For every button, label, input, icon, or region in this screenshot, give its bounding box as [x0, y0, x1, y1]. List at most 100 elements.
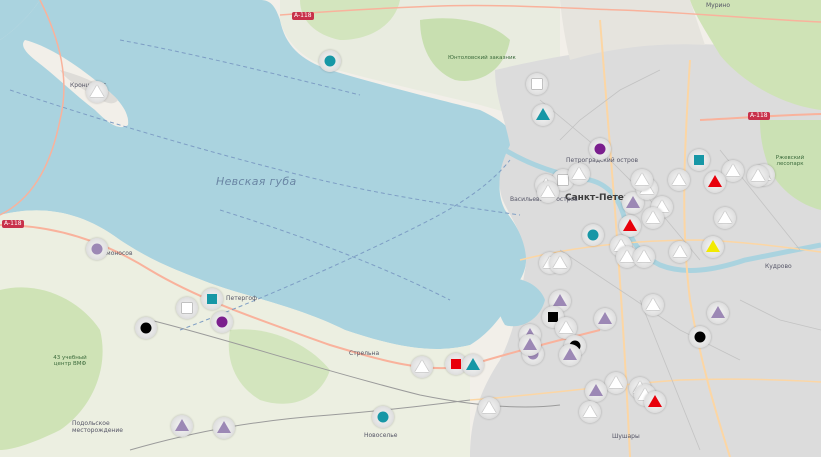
- teal-square-icon: [694, 155, 704, 165]
- map-marker[interactable]: [549, 252, 571, 274]
- road-shield: A-118: [748, 112, 770, 120]
- map-marker[interactable]: [619, 215, 641, 237]
- white-triangle-icon: [635, 173, 649, 185]
- map-marker[interactable]: [714, 207, 736, 229]
- white-triangle-icon: [718, 211, 732, 223]
- red-square-icon: [451, 359, 461, 369]
- white-triangle-icon: [637, 250, 651, 262]
- teal-triangle-icon: [536, 108, 550, 120]
- purple-circle-icon: [216, 316, 228, 328]
- map-marker[interactable]: [689, 326, 711, 348]
- map-marker[interactable]: [86, 81, 108, 103]
- white-triangle-icon: [726, 164, 740, 176]
- map-marker[interactable]: [568, 163, 590, 185]
- lavender-triangle-icon: [589, 384, 603, 396]
- white-triangle-icon: [672, 173, 686, 185]
- map-marker[interactable]: [532, 104, 554, 126]
- map-marker[interactable]: [707, 302, 729, 324]
- white-triangle-icon: [415, 360, 429, 372]
- map-marker[interactable]: [582, 224, 604, 246]
- lavender-triangle-icon: [626, 196, 640, 208]
- white-triangle-icon: [751, 169, 765, 181]
- map-marker[interactable]: [589, 138, 611, 160]
- murino-label: Мурино: [706, 2, 731, 9]
- peterhof-label: Петергоф: [226, 295, 258, 302]
- kudrovo-label: Кудрово: [765, 263, 792, 270]
- map-marker[interactable]: [585, 380, 607, 402]
- lavender-triangle-icon: [598, 312, 612, 324]
- red-triangle-icon: [708, 175, 722, 187]
- map-marker[interactable]: [213, 417, 235, 439]
- teal-circle-icon: [377, 411, 389, 423]
- road-shield: A-118: [292, 12, 314, 20]
- lavender-triangle-icon: [217, 421, 231, 433]
- map-marker[interactable]: [642, 207, 664, 229]
- map-marker[interactable]: [594, 308, 616, 330]
- white-triangle-icon: [673, 245, 687, 257]
- map-marker[interactable]: [688, 149, 710, 171]
- white-triangle-icon: [620, 250, 634, 262]
- lavender-circle-icon: [91, 243, 103, 255]
- white-triangle-icon: [646, 211, 660, 223]
- strelna-label: Стрельна: [349, 350, 380, 357]
- map-marker[interactable]: [319, 50, 341, 72]
- map-marker[interactable]: [631, 169, 653, 191]
- white-triangle-icon: [609, 376, 623, 388]
- map-marker[interactable]: [605, 372, 627, 394]
- map-marker[interactable]: [176, 297, 198, 319]
- map-marker[interactable]: [644, 391, 666, 413]
- gulf-label: Невская губа: [216, 175, 297, 188]
- map-canvas[interactable]: Невская губа Санкт-Петер Кронштадт Петро…: [0, 0, 821, 457]
- white-square-icon: [532, 79, 542, 89]
- map-marker[interactable]: [478, 397, 500, 419]
- black-circle-icon: [140, 322, 152, 334]
- lavender-triangle-icon: [523, 338, 537, 350]
- black-circle-icon: [694, 331, 706, 343]
- map-marker[interactable]: [704, 171, 726, 193]
- lavender-triangle-icon: [711, 306, 725, 318]
- map-marker[interactable]: [669, 241, 691, 263]
- map-marker[interactable]: [135, 317, 157, 339]
- map-marker[interactable]: [86, 238, 108, 260]
- white-triangle-icon: [482, 401, 496, 413]
- map-marker[interactable]: [642, 294, 664, 316]
- map-marker[interactable]: [633, 246, 655, 268]
- white-triangle-icon: [583, 405, 597, 417]
- map-marker[interactable]: [747, 165, 769, 187]
- basemap: [0, 0, 821, 457]
- teal-circle-icon: [587, 229, 599, 241]
- podolskoe-label: Подольское месторождение: [72, 420, 123, 434]
- map-marker[interactable]: [526, 73, 548, 95]
- lavender-triangle-icon: [563, 348, 577, 360]
- map-marker[interactable]: [537, 181, 559, 203]
- map-marker[interactable]: [211, 311, 233, 333]
- yuntolovsky-label: Юнтоловский заказник: [448, 55, 516, 61]
- map-marker[interactable]: [579, 401, 601, 423]
- white-triangle-icon: [646, 298, 660, 310]
- lavender-triangle-icon: [175, 419, 189, 431]
- map-marker[interactable]: [372, 406, 394, 428]
- white-triangle-icon: [572, 167, 586, 179]
- road-shield: A-118: [2, 220, 24, 228]
- map-marker[interactable]: [411, 356, 433, 378]
- white-square-icon: [182, 303, 192, 313]
- red-triangle-icon: [648, 395, 662, 407]
- map-marker[interactable]: [462, 354, 484, 376]
- white-triangle-icon: [553, 256, 567, 268]
- purple-circle-icon: [594, 143, 606, 155]
- map-marker[interactable]: [519, 334, 541, 356]
- map-marker[interactable]: [171, 415, 193, 437]
- white-triangle-icon: [559, 321, 573, 333]
- map-marker[interactable]: [201, 288, 223, 310]
- map-marker[interactable]: [559, 344, 581, 366]
- red-triangle-icon: [623, 219, 637, 231]
- map-marker[interactable]: [668, 169, 690, 191]
- white-triangle-icon: [541, 185, 555, 197]
- teal-circle-icon: [324, 55, 336, 67]
- lavender-triangle-icon: [553, 294, 567, 306]
- park-label: Ржевский лесопарк: [775, 155, 805, 167]
- map-marker[interactable]: [702, 236, 724, 258]
- training-center-label: 43 учебный центр ВМФ: [53, 355, 87, 367]
- white-square-icon: [558, 175, 568, 185]
- shushary-label: Шушары: [612, 433, 640, 440]
